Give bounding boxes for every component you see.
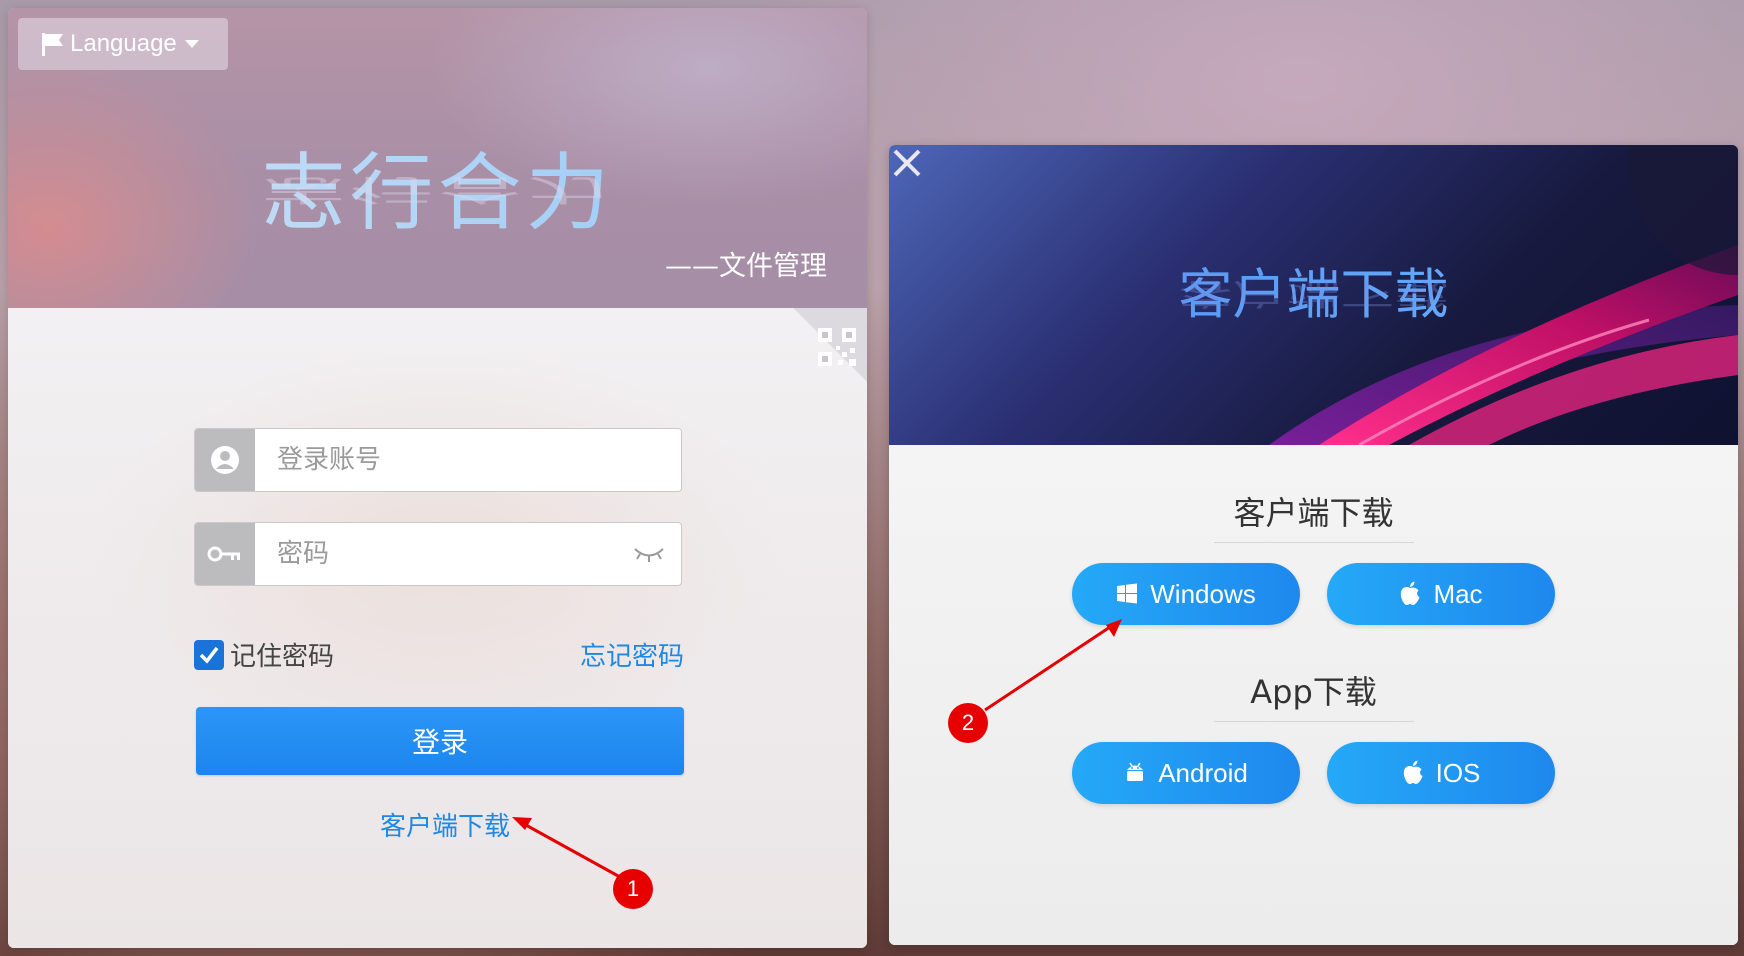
account-input[interactable] [255,429,681,491]
android-icon [1127,762,1144,781]
mac-download-button[interactable]: Mac [1327,563,1555,625]
close-icon[interactable] [889,145,925,181]
windows-label: Windows [1150,578,1256,609]
apple-icon [1403,760,1423,784]
eye-closed-icon[interactable] [627,523,671,585]
password-field [194,522,682,586]
windows-icon [1117,583,1138,604]
remember-password[interactable]: 记住密码 [194,636,334,673]
brand-title: 志行合力 [8,126,867,247]
flag-icon [42,33,63,56]
download-dialog: 客户端下载 客户端下载 客户端下载 Windows Mac App下载 Andr… [889,145,1738,945]
login-button[interactable]: 登录 [196,707,684,775]
account-field [194,428,682,492]
download-banner: 客户端下载 客户端下载 [889,145,1738,445]
client-download-link[interactable]: 客户端下载 [380,806,510,843]
client-section-divider [1214,542,1414,543]
password-input[interactable] [255,523,627,585]
check-icon [199,646,219,664]
login-panel: Language 志行合力 志行合力 ——文件管理 登录账号 记住密码 忘记密码… [8,8,867,948]
apple-icon [1401,581,1420,605]
key-icon [195,523,255,585]
windows-download-button[interactable]: Windows [1072,563,1300,625]
app-section-title: App下载 [1250,673,1377,711]
app-section-divider [1214,721,1414,722]
login-form-area [8,308,867,948]
forgot-password-link[interactable]: 忘记密码 [580,636,684,673]
ios-label: IOS [1435,757,1481,788]
language-label: Language [70,30,177,57]
remember-checkbox[interactable] [194,639,224,670]
android-label: Android [1158,757,1248,788]
chevron-down-icon [184,40,199,48]
mac-label: Mac [1433,578,1483,609]
brand-subtitle: ——文件管理 [665,251,827,282]
ios-download-button[interactable]: IOS [1327,742,1555,804]
annotation-marker-2: 2 [948,703,988,743]
language-dropdown[interactable]: Language [18,18,228,70]
remember-label: 记住密码 [230,642,335,672]
login-header-banner: Language 志行合力 志行合力 ——文件管理 [8,8,867,308]
android-download-button[interactable]: Android [1072,742,1300,804]
client-section-title: 客户端下载 [1233,494,1394,532]
download-banner-title: 客户端下载 [889,250,1738,329]
qr-code-icon[interactable] [816,326,858,368]
annotation-marker-1: 1 [613,869,653,909]
user-icon [195,429,255,491]
